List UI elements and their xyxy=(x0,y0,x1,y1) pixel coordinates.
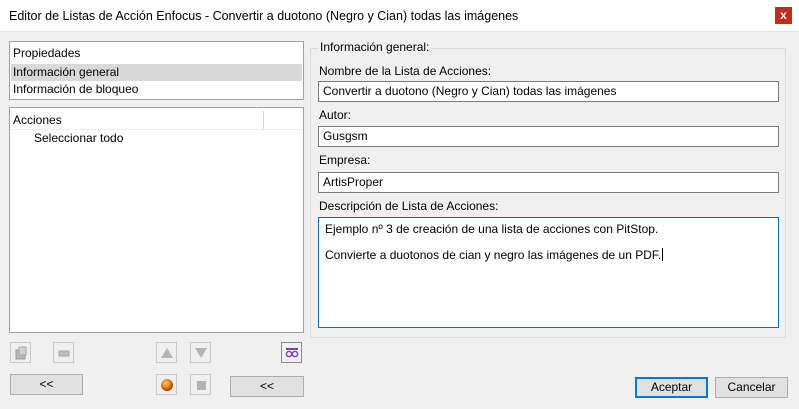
description-line: Convierte a duotonos de cian y negro las… xyxy=(325,248,662,262)
company-label: Empresa: xyxy=(319,153,371,167)
description-field[interactable]: Ejemplo nº 3 de creación de una lista de… xyxy=(318,217,779,328)
move-down-button[interactable] xyxy=(190,342,211,363)
title-bar: Editor de Listas de Acción Enfocus - Con… xyxy=(0,0,799,32)
description-line: Ejemplo nº 3 de creación de una lista de… xyxy=(325,222,659,236)
author-label: Autor: xyxy=(319,108,352,122)
collapse-right-button[interactable]: << xyxy=(230,376,304,397)
cancel-button[interactable]: Cancelar xyxy=(715,377,788,398)
record-icon xyxy=(161,379,173,391)
close-button[interactable]: x xyxy=(775,7,792,24)
author-field[interactable]: Gusgsm xyxy=(318,126,779,147)
add-action-icon xyxy=(15,346,27,360)
properties-list[interactable]: Propiedades Información general Informac… xyxy=(9,41,304,100)
actions-item-label: Seleccionar todo xyxy=(34,131,124,145)
stop-icon xyxy=(197,381,206,390)
properties-header: Propiedades xyxy=(13,46,81,60)
collapse-left-button[interactable]: << xyxy=(10,374,83,395)
column-divider[interactable] xyxy=(263,111,264,129)
remove-action-button[interactable] xyxy=(53,342,74,363)
description-label: Descripción de Lista de Acciones: xyxy=(319,199,499,213)
add-action-button[interactable] xyxy=(10,342,31,363)
properties-item-label: Información general xyxy=(13,65,120,79)
remove-action-icon xyxy=(58,350,70,357)
close-icon: x xyxy=(780,8,787,22)
move-up-button[interactable] xyxy=(156,342,177,363)
text-caret xyxy=(662,248,664,261)
move-up-icon xyxy=(161,348,173,358)
properties-item-general-info[interactable]: Información general xyxy=(11,64,302,81)
preview-glasses-icon xyxy=(285,348,299,358)
stop-button[interactable] xyxy=(190,374,211,395)
company-field[interactable]: ArtisProper xyxy=(318,172,779,193)
move-down-icon xyxy=(195,348,207,358)
record-button[interactable] xyxy=(156,374,177,395)
actions-header: Acciones xyxy=(13,113,62,127)
general-info-group-label: Información general: xyxy=(318,40,432,54)
name-label: Nombre de la Lista de Acciones: xyxy=(319,64,492,78)
properties-item-label: Información de bloqueo xyxy=(13,82,139,96)
window-title: Editor de Listas de Acción Enfocus - Con… xyxy=(9,9,519,23)
actions-list[interactable]: Acciones Seleccionar todo xyxy=(9,107,304,333)
actions-item-select-all[interactable]: Seleccionar todo xyxy=(32,130,302,147)
name-field[interactable]: Convertir a duotono (Negro y Cian) todas… xyxy=(318,81,779,102)
properties-item-lock-info[interactable]: Información de bloqueo xyxy=(11,81,302,98)
preview-button[interactable] xyxy=(281,342,302,363)
accept-button[interactable]: Aceptar xyxy=(635,377,708,398)
